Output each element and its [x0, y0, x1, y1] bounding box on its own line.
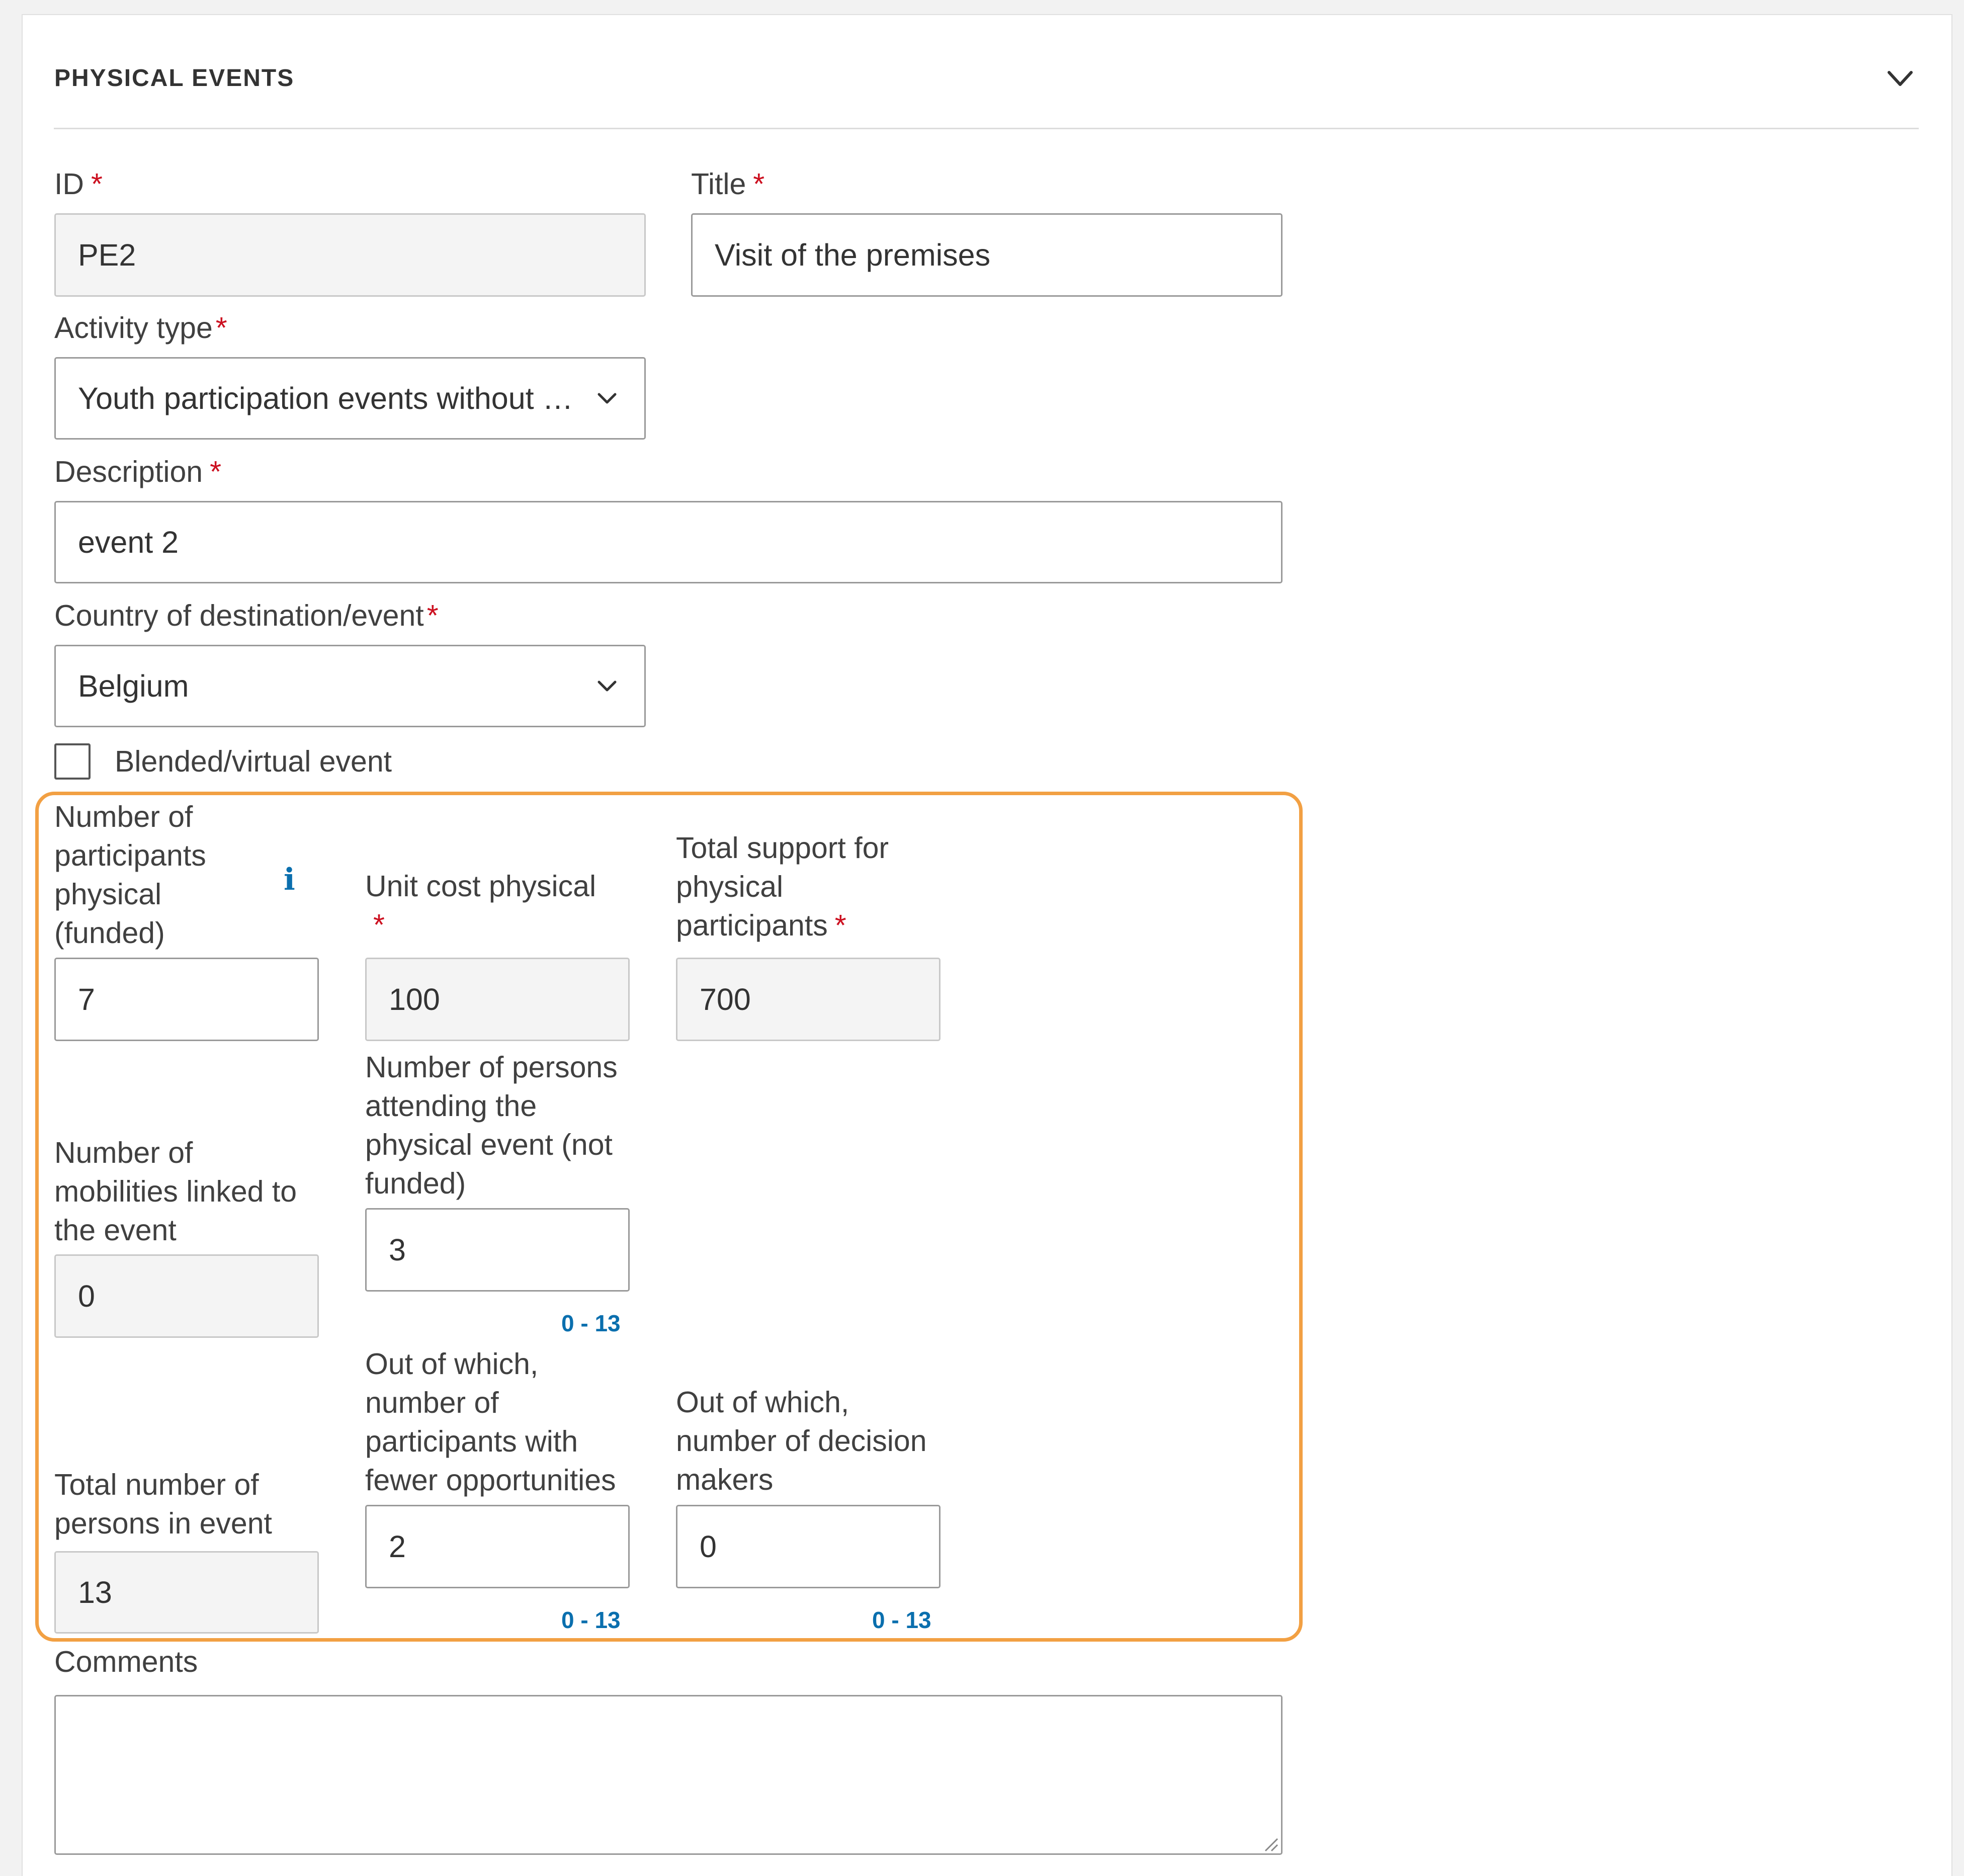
- required-marker: *: [373, 908, 385, 942]
- header-divider: [54, 128, 1919, 129]
- resize-handle-icon[interactable]: [1262, 1836, 1279, 1853]
- participants-funded-label: Number of participants physical (funded): [54, 800, 206, 950]
- decision-makers-input[interactable]: 0: [676, 1505, 941, 1588]
- total-support-label: Total support for physical participants *: [676, 831, 889, 942]
- range-hint: 0 - 13: [872, 1607, 931, 1633]
- id-field: PE2: [54, 213, 646, 297]
- required-marker: *: [426, 599, 439, 632]
- country-label: Country of destination/event *: [54, 599, 439, 632]
- collapse-chevron-icon[interactable]: [1887, 68, 1913, 89]
- section-title: PHYSICAL EVENTS: [54, 65, 295, 92]
- blended-virtual-label: Blended/virtual event: [115, 745, 392, 778]
- fewer-opportunities-label: Out of which, number of participants wit…: [365, 1347, 616, 1497]
- persons-not-funded-label: Number of persons attending the physical…: [365, 1051, 618, 1200]
- required-marker: *: [834, 909, 846, 942]
- range-hint: 0 - 13: [561, 1607, 621, 1633]
- required-marker: *: [215, 311, 227, 345]
- mobilities-field: 0: [54, 1254, 319, 1338]
- mobilities-label: Number of mobilities linked to the event: [54, 1136, 297, 1247]
- chevron-down-icon: [597, 393, 617, 404]
- description-input[interactable]: event 2: [54, 501, 1283, 583]
- blended-virtual-checkbox[interactable]: [54, 743, 91, 780]
- country-select[interactable]: Belgium: [54, 645, 646, 727]
- activity-type-select[interactable]: Youth participation events without …: [54, 357, 646, 440]
- title-input[interactable]: Visit of the premises: [691, 213, 1283, 297]
- required-marker: *: [753, 167, 765, 201]
- id-label: ID *: [54, 167, 103, 201]
- title-label: Title *: [691, 167, 765, 201]
- required-marker: *: [91, 167, 103, 201]
- decision-makers-label: Out of which, number of decision makers: [676, 1386, 927, 1496]
- required-marker: *: [210, 455, 222, 488]
- comments-label: Comments: [54, 1645, 198, 1678]
- chevron-down-icon: [597, 680, 617, 692]
- fewer-opportunities-input[interactable]: 2: [365, 1505, 630, 1588]
- unit-cost-field: 100: [365, 958, 630, 1041]
- persons-not-funded-input[interactable]: 3: [365, 1208, 630, 1292]
- comments-textarea[interactable]: [54, 1695, 1283, 1855]
- total-persons-label: Total number of persons in event: [54, 1468, 272, 1540]
- total-persons-field: 13: [54, 1551, 319, 1634]
- total-support-field: 700: [676, 958, 941, 1041]
- range-hint: 0 - 13: [561, 1310, 621, 1336]
- activity-type-label: Activity type *: [54, 311, 227, 345]
- info-icon[interactable]: i: [284, 862, 295, 897]
- participants-funded-input[interactable]: 7: [54, 958, 319, 1041]
- unit-cost-label: Unit cost physical *: [365, 870, 596, 942]
- description-label: Description *: [54, 455, 222, 488]
